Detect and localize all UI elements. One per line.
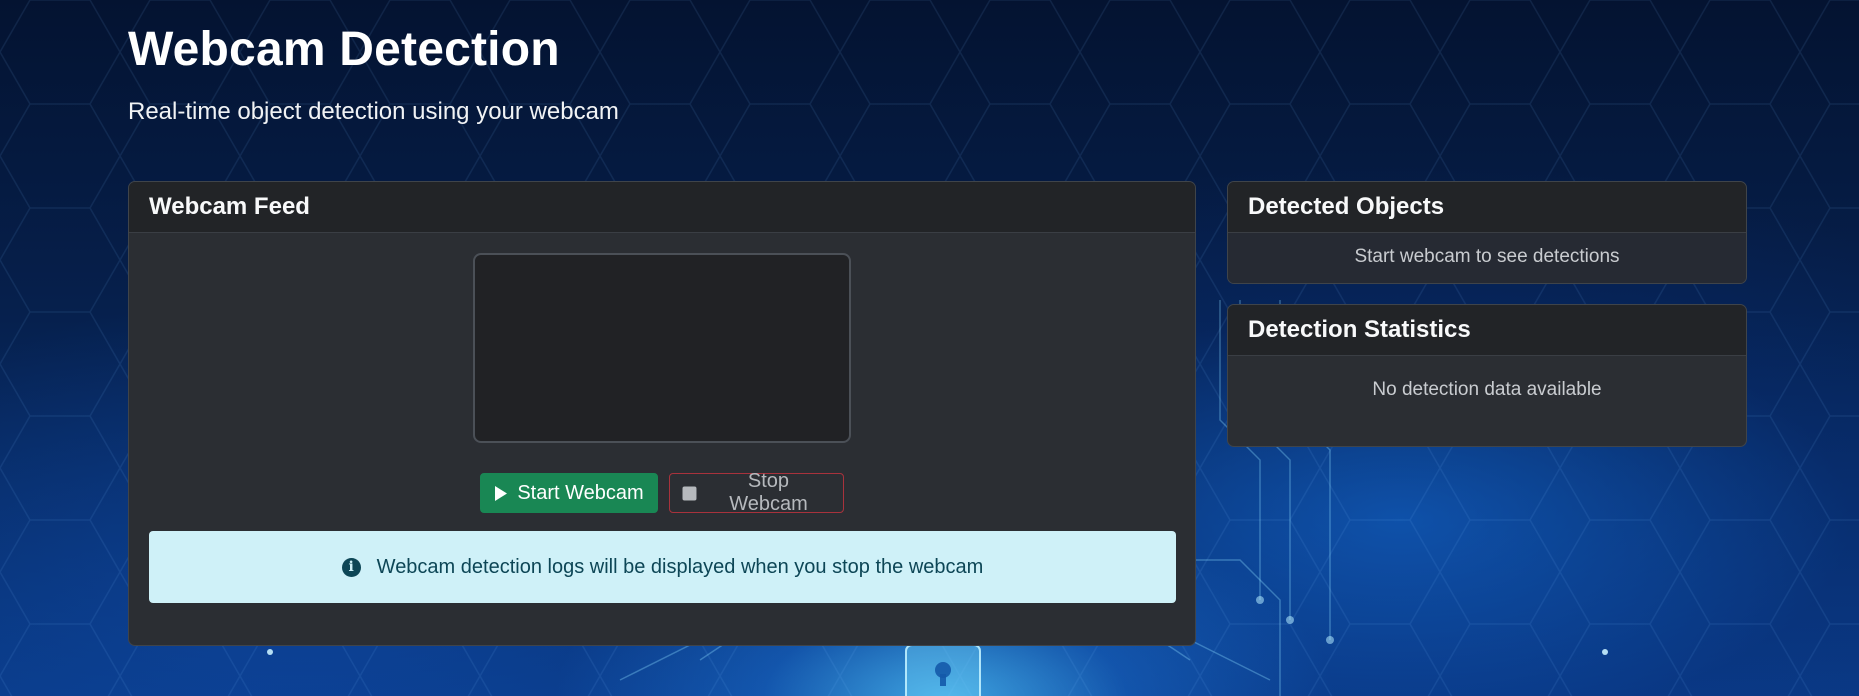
detected-objects-card: Detected Objects Start webcam to see det… [1227,181,1747,284]
info-circle-icon: i [341,557,361,577]
info-alert: i Webcam detection logs will be displaye… [149,531,1176,603]
info-alert-text: Webcam detection logs will be displayed … [376,555,984,578]
play-icon [495,485,508,501]
webcam-feed-card: Webcam Feed Start Webcam Stop Webcam i W… [128,181,1196,646]
detected-objects-body: Start webcam to see detections [1228,233,1746,283]
detected-objects-header: Detected Objects [1228,182,1746,233]
page-subtitle: Real-time object detection using your we… [128,98,619,125]
webcam-video-area [473,253,851,443]
detected-objects-message: Start webcam to see detections [1354,246,1620,267]
webcam-feed-header: Webcam Feed [129,182,1195,233]
detection-statistics-body: No detection data available [1228,356,1746,401]
detection-statistics-header: Detection Statistics [1228,305,1746,356]
page-title: Webcam Detection [128,23,560,76]
start-webcam-button[interactable]: Start Webcam [480,473,658,513]
start-webcam-label: Start Webcam [517,481,644,504]
stop-icon [682,486,697,500]
detection-statistics-message: No detection data available [1372,379,1602,400]
detection-statistics-card: Detection Statistics No detection data a… [1227,304,1747,447]
stop-webcam-label: Stop Webcam [729,470,808,515]
webcam-controls: Start Webcam Stop Webcam [129,470,1195,515]
stop-webcam-button[interactable]: Stop Webcam [669,470,844,515]
